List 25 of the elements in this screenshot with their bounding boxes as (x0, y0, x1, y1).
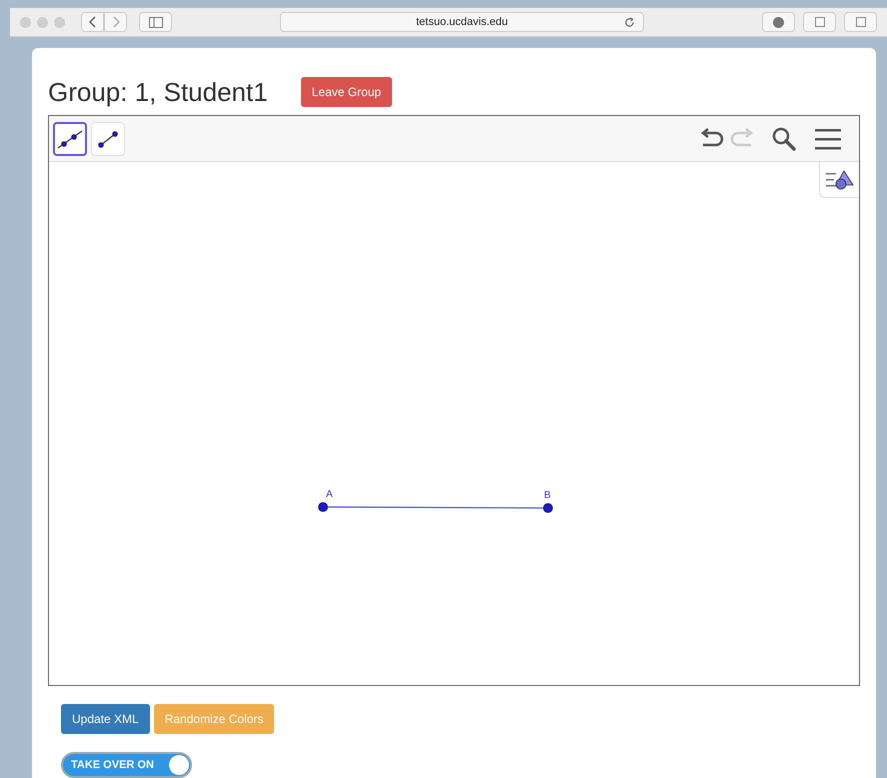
url-text: tetsuo.ucdavis.edu (416, 14, 508, 30)
share-button[interactable] (803, 12, 836, 32)
line-tool-icon (57, 128, 83, 150)
undo-icon[interactable] (699, 128, 725, 150)
back-button[interactable] (81, 12, 104, 32)
tabs-button[interactable] (844, 12, 877, 32)
address-bar[interactable]: tetsuo.ucdavis.edu (280, 12, 644, 32)
leave-group-button[interactable]: Leave Group (300, 77, 392, 107)
segment-tool-button[interactable] (91, 122, 125, 156)
forward-icon (112, 16, 120, 28)
group-title: Group: 1, Student1 (48, 79, 268, 105)
download-button[interactable] (762, 12, 795, 32)
download-icon (773, 16, 784, 28)
algebra-view-button[interactable] (819, 162, 859, 198)
reload-icon[interactable] (624, 16, 635, 28)
segment-ab-drawing: A B (317, 489, 553, 517)
update-xml-button[interactable]: Update XML (61, 704, 150, 734)
back-icon (88, 16, 96, 28)
take-over-toggle[interactable]: TAKE OVER ON (61, 752, 192, 778)
search-icon[interactable] (771, 126, 797, 152)
sidebar-button[interactable] (139, 12, 172, 32)
sidebar-icon (148, 16, 162, 28)
line-tool-button[interactable] (53, 122, 87, 156)
algebra-view-icon (826, 170, 854, 190)
menu-icon[interactable] (815, 128, 841, 150)
